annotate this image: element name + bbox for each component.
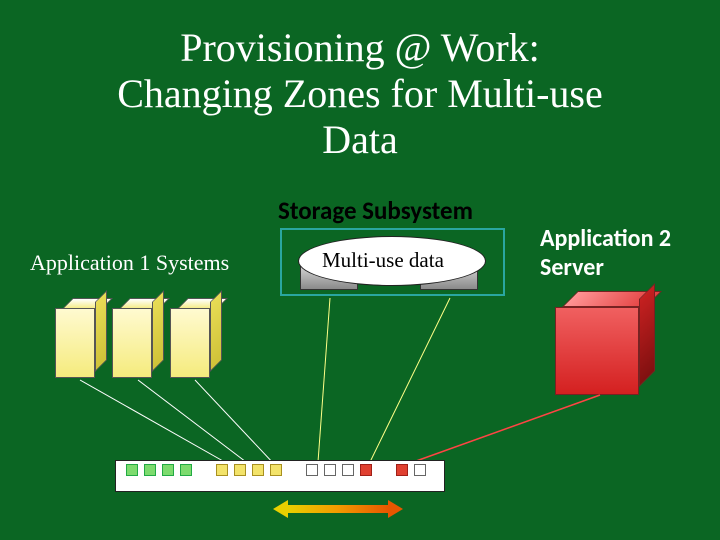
switch-port (162, 464, 174, 476)
app1-server-icon (55, 298, 103, 378)
switch-port (144, 464, 156, 476)
zone-change-arrow-icon (273, 500, 403, 518)
switch-port (306, 464, 318, 476)
title-line-3: Data (322, 117, 398, 162)
app2-line-2: Server (540, 253, 604, 282)
storage-subsystem-text: Storage Subsystem (278, 195, 473, 226)
switch-port (324, 464, 336, 476)
title-line-1: Provisioning @ Work: (180, 25, 540, 70)
switch-port (396, 464, 408, 476)
storage-subsystem-label: Storage Subsystem (278, 195, 473, 226)
switch-port (414, 464, 426, 476)
app1-server-icon (112, 298, 160, 378)
app2-server-icon (555, 295, 655, 395)
application-2-label: Application 2 Server (540, 225, 671, 283)
switch-port (126, 464, 138, 476)
title-line-2: Changing Zones for Multi-use (117, 71, 603, 116)
network-switch (115, 460, 445, 492)
slide-title: Provisioning @ Work: Changing Zones for … (0, 0, 720, 163)
switch-port (216, 464, 228, 476)
switch-port (180, 464, 192, 476)
switch-port (252, 464, 264, 476)
app1-server-icon (170, 298, 218, 378)
application-1-label: Application 1 Systems (30, 250, 229, 276)
switch-port (270, 464, 282, 476)
switch-port (360, 464, 372, 476)
switch-port (234, 464, 246, 476)
switch-port (342, 464, 354, 476)
app2-line-1: Application 2 (540, 224, 671, 253)
multi-use-data-text: Multi-use data (322, 248, 444, 273)
